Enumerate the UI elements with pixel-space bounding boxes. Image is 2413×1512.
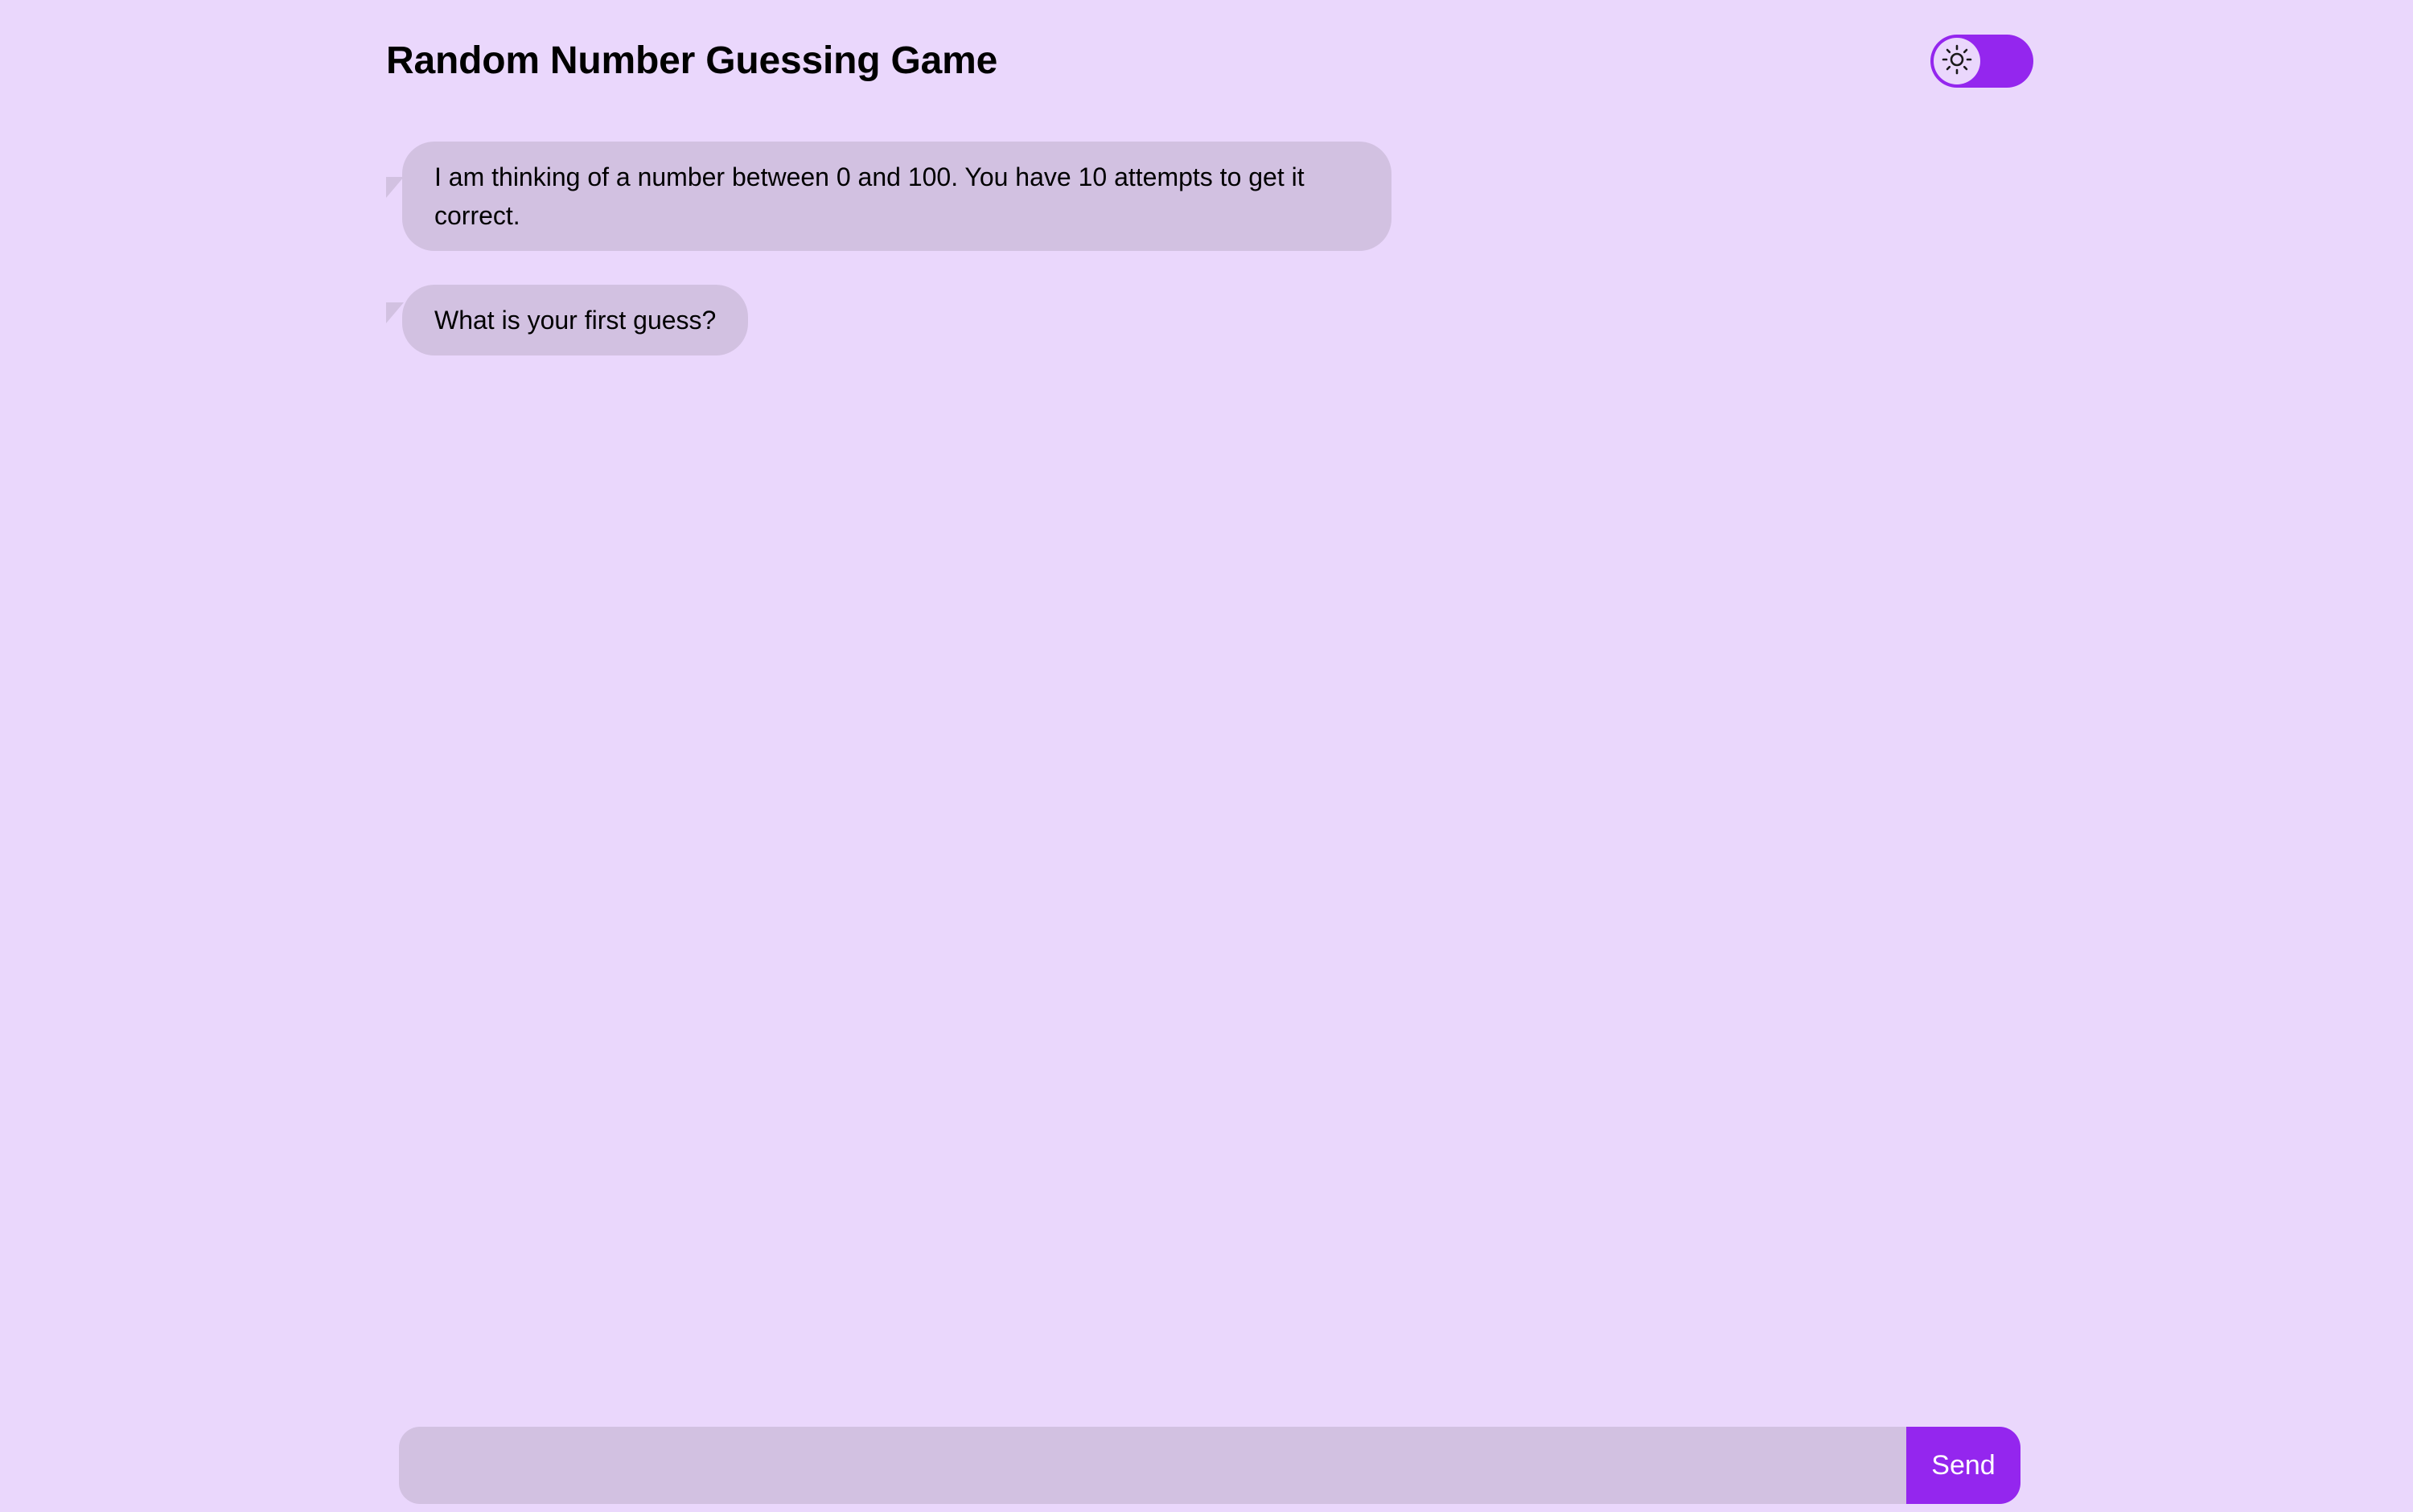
message-composer: Send [399, 1427, 2020, 1504]
sun-icon [1941, 43, 1973, 80]
bubble-tail [386, 177, 404, 198]
page: Random Number Guessing Game I am thinkin… [0, 0, 2413, 1512]
guess-input[interactable] [399, 1427, 1906, 1504]
message-row: I am thinking of a number between 0 and … [386, 142, 1432, 251]
chat-bubble: What is your first guess? [402, 285, 749, 355]
message-row: What is your first guess? [386, 285, 1432, 355]
toggle-knob [1934, 38, 1980, 84]
theme-toggle[interactable] [1930, 35, 2033, 88]
bubble-tail [386, 302, 404, 323]
page-title: Random Number Guessing Game [386, 39, 998, 82]
chat-bubble: I am thinking of a number between 0 and … [402, 142, 1391, 251]
send-button[interactable]: Send [1906, 1427, 2020, 1504]
message-list: I am thinking of a number between 0 and … [386, 142, 1432, 389]
